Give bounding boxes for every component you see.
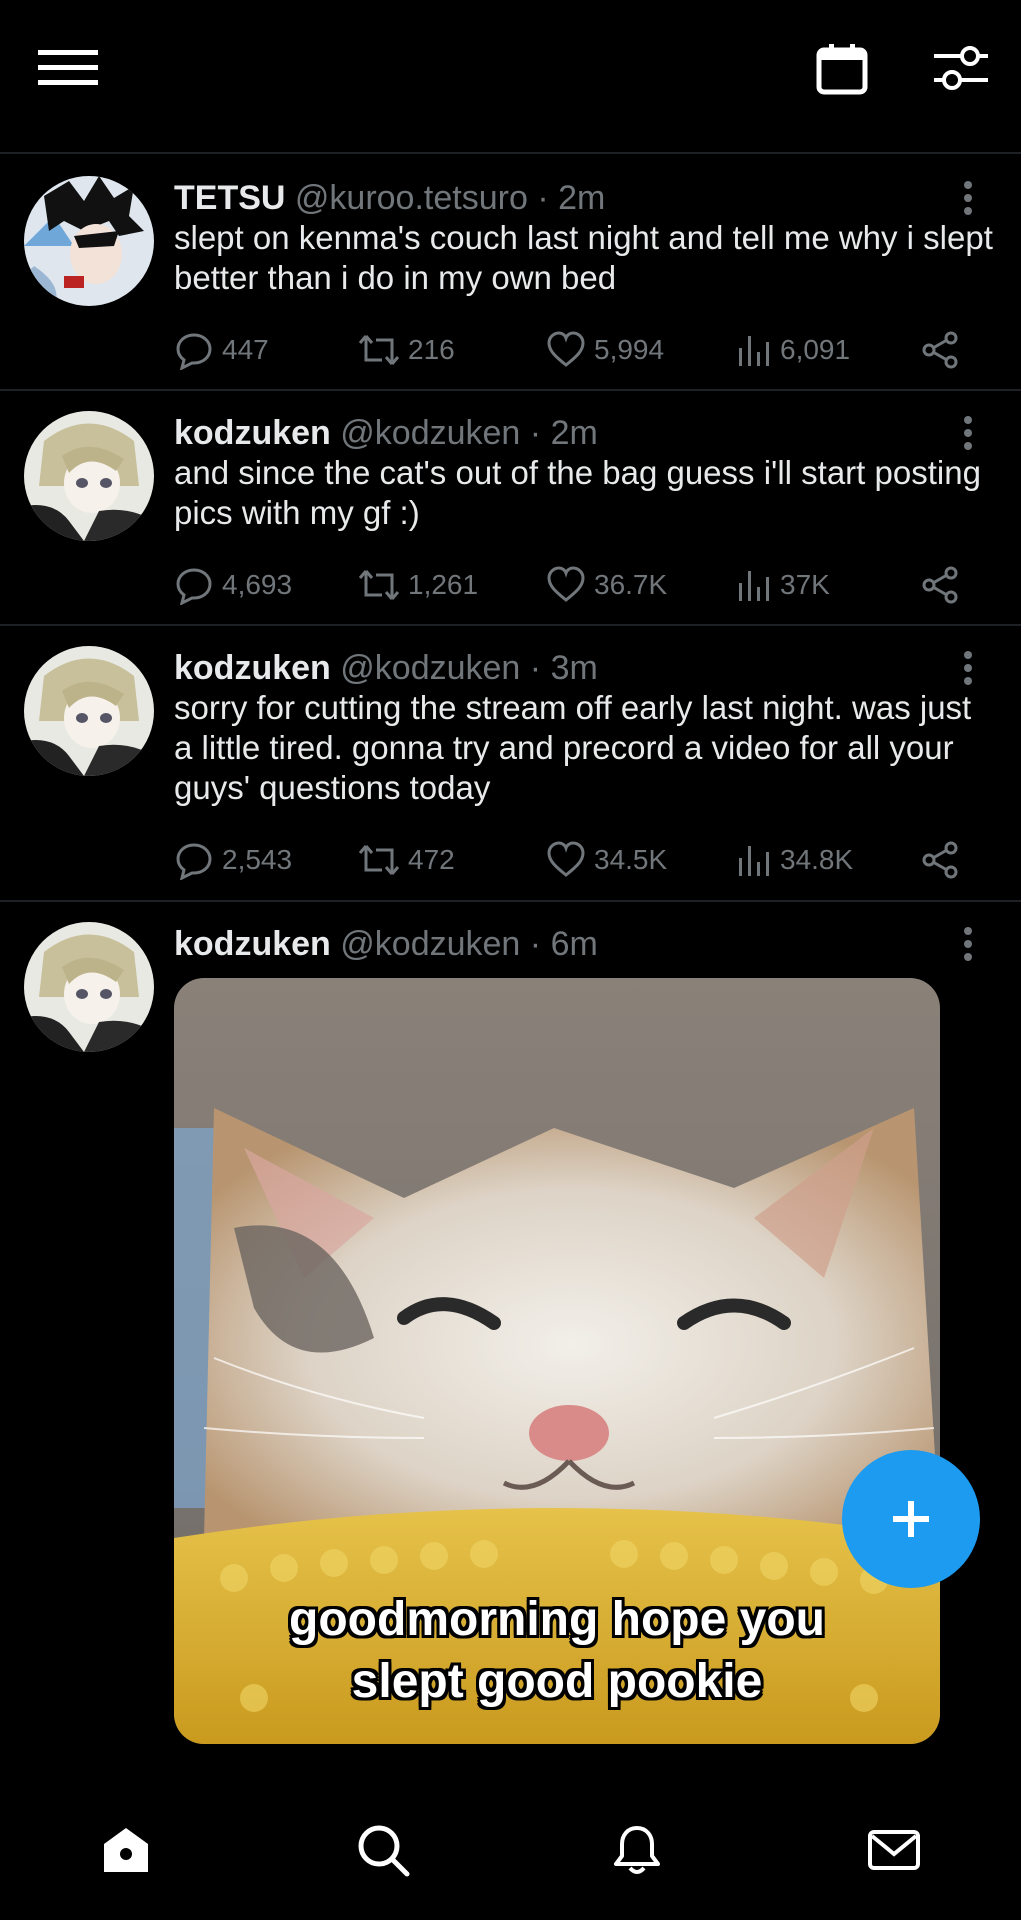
tweet-actions: 2,543 472 34.5K 34.8K	[174, 838, 974, 882]
avatar[interactable]	[24, 411, 154, 541]
reply-icon	[176, 568, 212, 605]
user-handle[interactable]: @kodzuken	[340, 925, 520, 963]
retweet-icon	[358, 845, 400, 875]
more-options-icon[interactable]	[958, 180, 978, 216]
tweet-actions: 4,693 1,261 36.7K 37K	[174, 563, 974, 607]
tweet[interactable]: kodzuken @kodzuken · 2m and since the ca…	[0, 391, 1021, 626]
tweet[interactable]: kodzuken @kodzuken · 3m sorry for cuttin…	[0, 626, 1021, 902]
hamburger-menu-icon[interactable]	[38, 48, 98, 88]
display-name[interactable]: TETSU	[174, 179, 285, 217]
share-icon	[922, 331, 958, 369]
tweet-actions: 447 216 5,994 6,091	[174, 328, 974, 372]
like-button[interactable]: 5,994	[546, 328, 664, 372]
view-count: 34.8K	[780, 844, 854, 875]
share-icon	[922, 841, 958, 879]
share-button[interactable]	[920, 563, 960, 607]
separator: ·	[529, 925, 542, 963]
avatar[interactable]	[24, 646, 154, 776]
mail-icon[interactable]	[866, 1822, 922, 1878]
home-icon[interactable]	[98, 1822, 154, 1878]
compose-button[interactable]	[842, 1450, 980, 1588]
like-count: 34.5K	[594, 844, 668, 875]
retweet-icon	[358, 335, 400, 365]
like-count: 5,994	[594, 334, 665, 365]
separator: ·	[529, 414, 542, 452]
user-handle[interactable]: @kuroo.tetsuro	[295, 179, 528, 217]
views-chart-icon	[739, 336, 769, 366]
views-button[interactable]: 37K	[736, 563, 830, 607]
display-name[interactable]: kodzuken	[174, 925, 331, 963]
timestamp[interactable]: 6m	[551, 925, 598, 963]
plus-icon	[893, 1501, 929, 1537]
bell-icon[interactable]	[609, 1822, 665, 1878]
like-button[interactable]: 34.5K	[546, 838, 667, 882]
timestamp[interactable]: 2m	[551, 414, 598, 452]
avatar[interactable]	[24, 922, 154, 1052]
reply-button[interactable]: 4,693	[174, 563, 292, 607]
heart-icon	[547, 566, 585, 602]
timestamp[interactable]: 2m	[558, 179, 605, 217]
reply-count: 2,543	[222, 844, 293, 875]
heart-icon	[547, 841, 585, 877]
tweet-header: kodzuken @kodzuken · 2m	[174, 413, 598, 453]
view-count: 37K	[780, 569, 830, 600]
retweet-button[interactable]: 472	[358, 838, 455, 882]
views-button[interactable]: 34.8K	[736, 838, 853, 882]
sliders-icon[interactable]	[932, 42, 990, 94]
bottom-navigation	[0, 1776, 1021, 1920]
retweet-count: 216	[408, 334, 455, 365]
retweet-icon	[358, 570, 400, 600]
view-count: 6,091	[780, 334, 851, 365]
display-name[interactable]: kodzuken	[174, 649, 331, 687]
calendar-icon[interactable]	[815, 42, 869, 96]
tweet-text: sorry for cutting the stream off early l…	[174, 689, 972, 806]
avatar[interactable]	[24, 176, 154, 306]
share-button[interactable]	[920, 328, 960, 372]
reply-count: 4,693	[222, 569, 293, 600]
tweet[interactable]: kodzuken @kodzuken · 6m goodmorning hope…	[0, 902, 1021, 1802]
reply-icon	[176, 333, 212, 370]
separator: ·	[537, 179, 549, 217]
heart-icon	[547, 331, 585, 367]
display-name[interactable]: kodzuken	[174, 414, 331, 452]
retweet-button[interactable]: 1,261	[358, 563, 478, 607]
reply-icon	[176, 843, 212, 880]
reply-button[interactable]: 2,543	[174, 838, 292, 882]
views-chart-icon	[739, 846, 769, 876]
tweet-header: kodzuken @kodzuken · 6m	[174, 924, 598, 964]
top-bar	[0, 0, 1021, 154]
more-options-icon[interactable]	[958, 926, 978, 962]
like-button[interactable]: 36.7K	[546, 563, 667, 607]
user-handle[interactable]: @kodzuken	[340, 414, 520, 452]
search-icon[interactable]	[355, 1822, 411, 1878]
timestamp[interactable]: 3m	[551, 649, 598, 687]
separator: ·	[529, 649, 542, 687]
retweet-count: 472	[408, 844, 455, 875]
tweet-text: slept on kenma's couch last night and te…	[174, 219, 993, 296]
retweet-count: 1,261	[408, 569, 479, 600]
tweet-media-image[interactable]: goodmorning hope you slept good pookie	[174, 978, 940, 1744]
tweet[interactable]: TETSU @kuroo.tetsuro · 2m slept on kenma…	[0, 156, 1021, 391]
tweet-header: kodzuken @kodzuken · 3m	[174, 648, 598, 688]
more-options-icon[interactable]	[958, 415, 978, 451]
reply-count: 447	[222, 334, 269, 365]
more-options-icon[interactable]	[958, 650, 978, 686]
user-handle[interactable]: @kodzuken	[340, 649, 520, 687]
views-chart-icon	[739, 571, 769, 601]
retweet-button[interactable]: 216	[358, 328, 455, 372]
like-count: 36.7K	[594, 569, 668, 600]
views-button[interactable]: 6,091	[736, 328, 850, 372]
share-icon	[922, 566, 958, 604]
tweet-text: and since the cat's out of the bag guess…	[174, 454, 981, 531]
tweet-header: TETSU @kuroo.tetsuro · 2m	[174, 178, 605, 218]
media-caption-line: slept good pookie	[351, 1655, 763, 1708]
reply-button[interactable]: 447	[174, 328, 269, 372]
share-button[interactable]	[920, 838, 960, 882]
media-caption-line: goodmorning hope you	[289, 1593, 825, 1646]
